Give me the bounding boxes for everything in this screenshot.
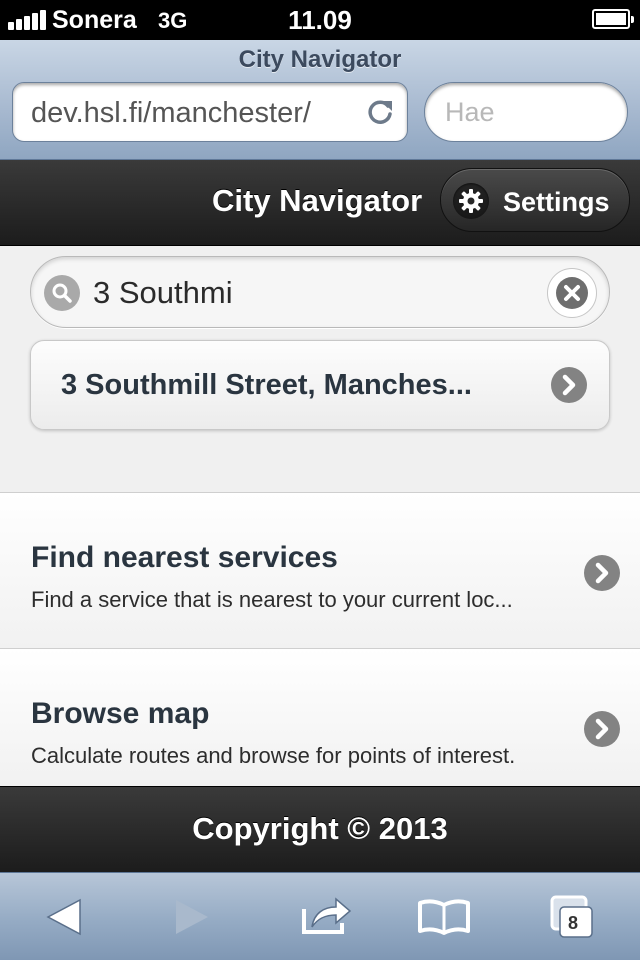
list-item-title: Find nearest services xyxy=(31,541,338,574)
tab-count: 8 xyxy=(568,913,579,933)
share-button[interactable] xyxy=(292,887,356,947)
list-item-description: Find a service that is nearest to your c… xyxy=(31,587,513,612)
reload-icon[interactable] xyxy=(365,97,395,127)
chevron-right-icon xyxy=(584,711,620,747)
status-time: 11.09 xyxy=(288,5,352,35)
battery-icon xyxy=(592,9,634,29)
clear-search-button[interactable] xyxy=(547,268,597,318)
copyright-text: Copyright © 2013 xyxy=(192,811,448,846)
gear-icon xyxy=(453,183,489,219)
bookmarks-icon xyxy=(418,899,470,935)
list-item-browse-map[interactable]: Browse map Calculate routes and browse f… xyxy=(0,648,640,786)
suggestion-label: 3 Southmill Street, Manches... xyxy=(61,369,472,401)
address-search-input[interactable] xyxy=(93,271,533,315)
browser-page-title: City Navigator xyxy=(238,46,402,73)
page-title: City Navigator xyxy=(212,183,423,218)
tabs-button[interactable]: 8 xyxy=(544,887,608,947)
url-text[interactable]: dev.hsl.fi/manchester/ xyxy=(31,97,311,130)
address-suggestion[interactable]: 3 Southmill Street, Manches... xyxy=(30,340,610,430)
back-button[interactable] xyxy=(32,887,96,947)
list-item-find-nearest-services[interactable]: Find nearest services Find a service tha… xyxy=(0,492,640,648)
url-field[interactable]: dev.hsl.fi/manchester/ xyxy=(12,82,408,142)
main-content: 3 Southmill Street, Manches... Find near… xyxy=(0,246,640,786)
browser-address-bar: City Navigator dev.hsl.fi/manchester/ xyxy=(0,40,640,160)
back-icon xyxy=(46,898,81,936)
list-item-description: Calculate routes and browse for points o… xyxy=(31,743,516,768)
forward-button[interactable] xyxy=(160,887,224,947)
list-item-title: Browse map xyxy=(31,697,210,730)
share-icon xyxy=(302,897,352,934)
chevron-right-icon xyxy=(551,367,587,403)
forward-icon xyxy=(176,900,208,934)
status-bar: Sonera 3G 11.09 xyxy=(0,0,640,40)
settings-label: Settings xyxy=(503,187,610,217)
address-search-box[interactable] xyxy=(30,256,610,328)
app-header: City Navigator Settings xyxy=(0,160,640,246)
browser-search-input[interactable] xyxy=(445,95,615,129)
settings-button[interactable]: Settings xyxy=(440,168,630,232)
search-icon xyxy=(44,275,80,311)
browser-toolbar: 8 xyxy=(0,872,640,960)
chevron-right-icon xyxy=(584,555,620,591)
bookmarks-button[interactable] xyxy=(412,887,476,947)
app-footer: Copyright © 2013 xyxy=(0,786,640,872)
browser-search-field[interactable] xyxy=(424,82,628,142)
